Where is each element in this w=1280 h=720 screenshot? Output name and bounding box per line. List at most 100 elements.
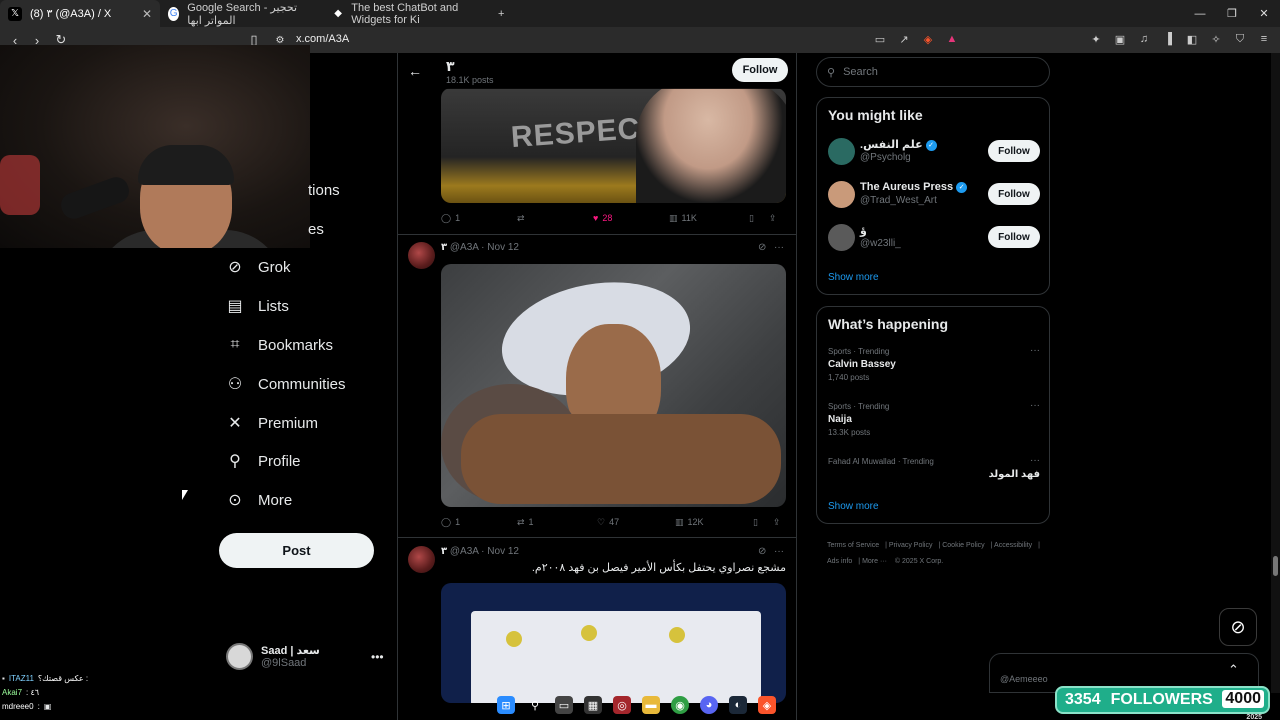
obs-icon[interactable]: ◎: [613, 696, 631, 714]
share-post-icon[interactable]: ⇪: [773, 517, 781, 528]
follow-button[interactable]: Follow: [988, 183, 1040, 205]
wallet-icon[interactable]: ▣: [1112, 31, 1128, 47]
brave-shield-icon[interactable]: ◈: [920, 31, 936, 47]
minimize-icon[interactable]: —: [1184, 0, 1216, 27]
vpn-icon[interactable]: ⛉: [1232, 31, 1248, 47]
trend-more-icon[interactable]: ···: [1030, 400, 1040, 411]
windows-start-icon[interactable]: ⊞: [497, 696, 515, 714]
views-icon: ▥: [669, 212, 678, 223]
url-field[interactable]: x.com/A3A: [296, 33, 349, 45]
show-more-link[interactable]: Show more: [828, 501, 879, 512]
more-options-icon[interactable]: ···: [774, 242, 784, 253]
nav-notifications-partial[interactable]: tions: [308, 182, 340, 199]
reply-action[interactable]: ◯ 1: [441, 213, 517, 224]
author-avatar[interactable]: [408, 546, 435, 573]
menu-icon[interactable]: ≡: [1256, 31, 1272, 47]
store-icon[interactable]: ▦: [584, 696, 602, 714]
account-more-icon[interactable]: •••: [371, 650, 384, 664]
author-name[interactable]: ٣: [441, 546, 447, 557]
bookmark-post-icon[interactable]: ▯: [753, 517, 773, 528]
post-media-image[interactable]: [441, 264, 786, 507]
tab-chatbot[interactable]: ◆ The best ChatBot and Widgets for Ki: [325, 0, 490, 27]
nav-premium[interactable]: ✕ Premium: [226, 414, 318, 433]
trend-more-icon[interactable]: ···: [1030, 345, 1040, 356]
footer-cookie[interactable]: Cookie Policy: [942, 542, 984, 549]
share-icon[interactable]: ↗: [896, 31, 912, 47]
music-icon[interactable]: ♫: [1136, 31, 1152, 47]
repost-action[interactable]: ⇄: [517, 213, 593, 224]
post-button[interactable]: Post: [219, 533, 374, 568]
follow-button[interactable]: Follow: [988, 226, 1040, 248]
nav-grok[interactable]: ⊘ Grok: [226, 258, 290, 277]
file-explorer-icon[interactable]: ▬: [642, 696, 660, 714]
grok-explain-icon[interactable]: ⊘: [758, 546, 766, 557]
follow-button[interactable]: Follow: [988, 140, 1040, 162]
nav-profile[interactable]: ⚲ Profile: [226, 452, 300, 471]
brave-rewards-icon[interactable]: ▲: [944, 31, 960, 47]
suggestion-item[interactable]: The Aureus Press ✓ @Trad_West_Art Follow: [828, 179, 1040, 211]
footer-terms[interactable]: Terms of Service: [827, 542, 879, 549]
search-input[interactable]: ⚲ Search: [816, 57, 1050, 87]
reply-count: 1: [455, 213, 461, 223]
chevron-up-icon[interactable]: ⌃: [1228, 662, 1239, 678]
nav-messages-partial[interactable]: es: [308, 221, 324, 238]
footer-accessibility[interactable]: Accessibility: [994, 542, 1032, 549]
nav-lists[interactable]: ▤ Lists: [226, 297, 288, 316]
nav-bookmarks[interactable]: ⌗ Bookmarks: [226, 336, 333, 354]
tab-google-search[interactable]: G Google Search - تحجير المواتر ابها: [160, 0, 325, 27]
trend-item[interactable]: Fahad Al Muwallad · Trending فهد المولد …: [828, 455, 1040, 480]
sidebar-icon[interactable]: ▐: [1160, 31, 1176, 47]
share-post-icon[interactable]: ⇪: [769, 213, 777, 224]
post-date[interactable]: Nov 12: [487, 242, 519, 253]
footer-more[interactable]: More ···: [862, 558, 887, 565]
back-arrow-icon[interactable]: ←: [408, 63, 422, 79]
restore-icon[interactable]: ❐: [1216, 0, 1248, 27]
views-action[interactable]: ▥ 11K: [669, 213, 749, 224]
search-taskbar-icon[interactable]: ⚲: [526, 696, 544, 714]
repost-action[interactable]: ⇄ 1: [517, 517, 597, 528]
task-view-icon[interactable]: ▭: [555, 696, 573, 714]
post-media-image[interactable]: RESPECT: [441, 88, 786, 203]
browser-tab-bar: 𝕏 (8) ٣ (@A3A) / X ✕ G Google Search - ت…: [0, 0, 1280, 27]
leo-icon[interactable]: ✧: [1208, 31, 1224, 47]
show-more-link[interactable]: Show more: [828, 272, 879, 283]
follow-button[interactable]: Follow: [732, 58, 788, 82]
steam-icon[interactable]: ◐: [729, 696, 747, 714]
views-action[interactable]: ▥ 12K: [675, 517, 753, 528]
trend-item[interactable]: Sports · Trending Naija 13.3K posts ···: [828, 400, 1040, 437]
author-avatar[interactable]: [408, 242, 435, 269]
bookmark-post-icon[interactable]: ▯: [749, 213, 769, 224]
account-switcher[interactable]: Saad | سعد @9lSaad: [226, 643, 320, 670]
tab-x-profile[interactable]: 𝕏 (8) ٣ (@A3A) / X ✕: [0, 0, 160, 27]
trend-more-icon[interactable]: ···: [1030, 455, 1040, 466]
chrome-icon[interactable]: ◉: [671, 696, 689, 714]
reply-action[interactable]: ◯ 1: [441, 517, 517, 528]
footer-ads[interactable]: Ads info: [827, 558, 852, 565]
author-handle[interactable]: @A3A: [450, 546, 479, 557]
wallet-2-icon[interactable]: ◧: [1184, 31, 1200, 47]
brave-icon[interactable]: ◈: [758, 696, 776, 714]
new-tab-button[interactable]: +: [490, 0, 510, 27]
scrollbar-thumb[interactable]: [1273, 556, 1278, 576]
like-action[interactable]: ♥ 28: [593, 213, 669, 223]
like-action[interactable]: ♡ 47: [597, 517, 675, 528]
close-tab-icon[interactable]: ✕: [142, 7, 152, 21]
grok-explain-icon[interactable]: ⊘: [758, 242, 766, 253]
grok-floating-button[interactable]: ⊘: [1219, 608, 1257, 646]
trend-item[interactable]: Sports · Trending Calvin Bassey 1,740 po…: [828, 345, 1040, 382]
close-window-icon[interactable]: ✕: [1248, 0, 1280, 27]
install-icon[interactable]: ▭: [872, 31, 888, 47]
suggestion-item[interactable]: .علم النفس ✓ @Psycholg Follow: [828, 136, 1040, 168]
nav-more[interactable]: ⊙ More: [226, 491, 292, 510]
suggestion-item[interactable]: ؤ @w23lli_ Follow: [828, 222, 1040, 254]
nav-communities[interactable]: ⚇ Communities: [226, 375, 346, 394]
author-handle[interactable]: @A3A: [450, 242, 479, 253]
page-scrollbar[interactable]: [1271, 53, 1280, 693]
author-name[interactable]: ٣: [441, 242, 447, 253]
post-date[interactable]: Nov 12: [487, 546, 519, 557]
extensions-icon[interactable]: ✦: [1088, 31, 1104, 47]
discord-icon[interactable]: ◕: [700, 696, 718, 714]
more-options-icon[interactable]: ···: [774, 546, 784, 557]
post-media-image[interactable]: [441, 583, 786, 703]
footer-privacy[interactable]: Privacy Policy: [889, 542, 933, 549]
